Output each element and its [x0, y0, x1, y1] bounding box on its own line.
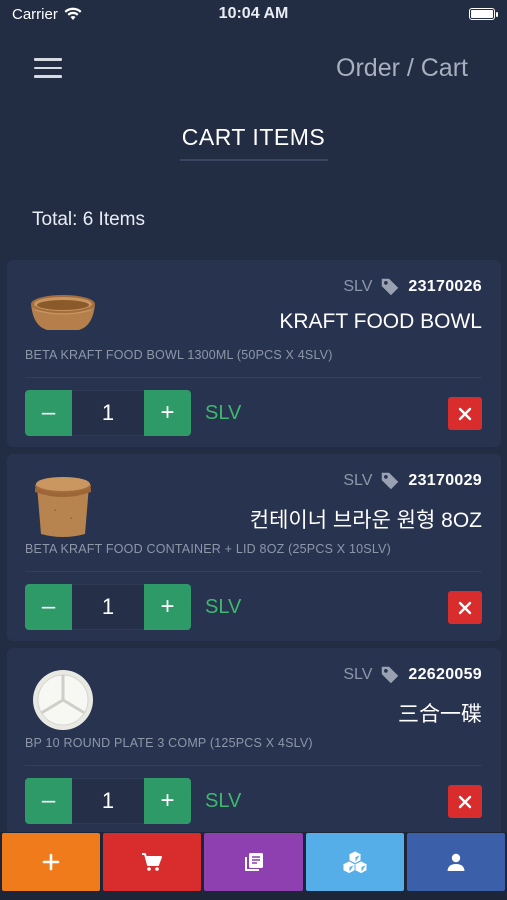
quantity-value[interactable]: 1 [72, 390, 144, 436]
item-code-row: SLV 23170029 [343, 470, 482, 492]
quantity-unit: SLV [205, 789, 242, 812]
section-underline [180, 159, 328, 161]
bottom-tab-bar [0, 832, 507, 900]
tag-icon [382, 278, 399, 296]
tab-products[interactable] [305, 833, 404, 891]
quantity-stepper: – 1 + SLV [25, 778, 241, 824]
delete-button[interactable] [448, 591, 482, 624]
kraft-container-image [35, 477, 91, 537]
close-icon [458, 795, 472, 808]
unit-label: SLV [343, 666, 373, 683]
delete-button[interactable] [448, 397, 482, 430]
increase-button[interactable]: + [144, 390, 191, 436]
increase-button[interactable]: + [144, 584, 191, 630]
boxes-icon [342, 851, 367, 874]
quantity-unit: SLV [205, 401, 242, 424]
item-divider [25, 765, 482, 766]
status-bar: Carrier [0, 0, 507, 28]
header: Order / Cart [0, 48, 507, 88]
tab-catalog[interactable] [204, 833, 303, 891]
cart-icon [142, 853, 163, 871]
unit-label: SLV [343, 472, 373, 489]
cart-item-card: SLV 23170029 컨테이너 브라운 원형 8OZ BETA KRAFT … [7, 454, 501, 641]
item-divider [25, 377, 482, 378]
cart-item-card: SLV 23170026 KRAFT FOOD BOWL BETA KRAFT … [7, 260, 501, 447]
decrease-button[interactable]: – [25, 778, 72, 824]
section-title: CART ITEMS [181, 124, 326, 150]
decrease-button[interactable]: – [25, 390, 72, 436]
quantity-stepper: – 1 + SLV [25, 584, 241, 630]
item-name: 三合一碟 [398, 703, 482, 726]
item-code-row: SLV 23170026 [343, 276, 482, 298]
close-icon [458, 601, 472, 614]
close-icon [458, 407, 472, 420]
item-code: 22620059 [408, 666, 482, 683]
item-description: BETA KRAFT FOOD CONTAINER + LID 8OZ (25P… [25, 542, 391, 556]
increase-button[interactable]: + [144, 778, 191, 824]
menu-icon[interactable] [34, 58, 62, 78]
cart-list[interactable]: SLV 23170026 KRAFT FOOD BOWL BETA KRAFT … [7, 260, 501, 842]
status-left: Carrier [12, 6, 82, 23]
battery-icon [469, 8, 498, 20]
tag-icon [382, 666, 399, 684]
quantity-value[interactable]: 1 [72, 778, 144, 824]
item-code-row: SLV 22620059 [343, 664, 482, 686]
quantity-unit: SLV [205, 595, 242, 618]
round-plate-image [33, 670, 93, 730]
kraft-bowl-image [31, 295, 95, 330]
item-code: 23170029 [408, 472, 482, 489]
item-description: BP 10 ROUND PLATE 3 COMP (125PCS X 4SLV) [25, 736, 313, 750]
tag-icon [382, 472, 399, 490]
wifi-icon [64, 7, 82, 20]
cart-item-card: SLV 22620059 三合一碟 BP 10 ROUND PLATE 3 CO… [7, 648, 501, 835]
delete-button[interactable] [448, 785, 482, 818]
unit-label: SLV [343, 278, 373, 295]
item-divider [25, 571, 482, 572]
cart-total: Total: 6 Items [32, 209, 145, 230]
user-icon [447, 853, 465, 871]
carrier-label: Carrier [12, 5, 58, 23]
item-code: 23170026 [408, 278, 482, 295]
quantity-value[interactable]: 1 [72, 584, 144, 630]
item-description: BETA KRAFT FOOD BOWL 1300ML (50PCS X 4SL… [25, 348, 333, 362]
item-name: 컨테이너 브라운 원형 8OZ [249, 509, 482, 532]
tab-profile[interactable] [406, 833, 506, 891]
tab-add[interactable] [2, 833, 101, 891]
item-name: KRAFT FOOD BOWL [279, 310, 482, 333]
page-title: Order / Cart [336, 54, 468, 82]
decrease-button[interactable]: – [25, 584, 72, 630]
catalog-icon [244, 853, 263, 871]
quantity-stepper: – 1 + SLV [25, 390, 241, 436]
plus-icon [42, 853, 60, 871]
tab-cart[interactable] [103, 833, 202, 891]
